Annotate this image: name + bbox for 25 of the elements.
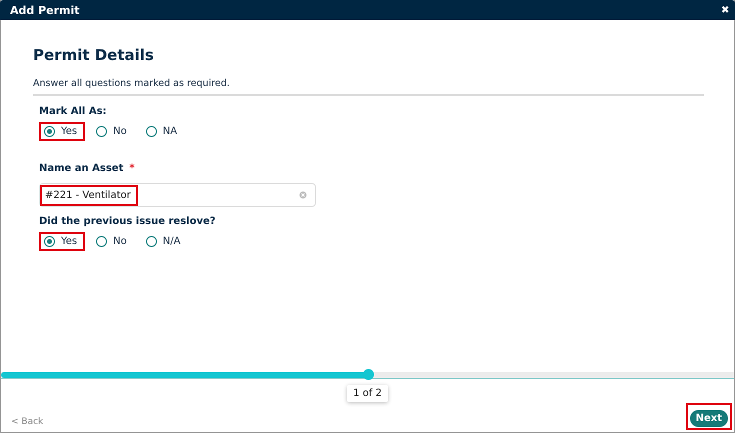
radio-option[interactable]: No — [91, 232, 135, 251]
required-mark: * — [129, 163, 135, 174]
next-button[interactable]: Next — [690, 410, 728, 427]
radio-icon[interactable] — [96, 126, 108, 137]
radio-option[interactable]: NA — [140, 122, 186, 141]
radio-option[interactable]: Yes — [39, 232, 86, 251]
section-heading: Permit Details — [33, 46, 155, 64]
back-link[interactable]: < Back — [11, 417, 44, 427]
progress-label: 1 of 2 — [347, 385, 388, 402]
radio-icon[interactable] — [44, 126, 55, 137]
radio-icon[interactable] — [44, 236, 55, 247]
instructions-text: Answer all questions marked as required. — [33, 78, 230, 89]
radio-option[interactable]: N/A — [140, 232, 188, 251]
asset-field[interactable]: #221 - Ventilator — [39, 183, 316, 207]
radio-icon[interactable] — [96, 236, 108, 247]
radio-icon[interactable] — [146, 236, 157, 247]
progress-thumb — [362, 369, 374, 380]
close-button[interactable]: ✖ — [721, 4, 729, 16]
radio-option[interactable]: Yes — [39, 122, 86, 141]
question-label: Mark All As: — [39, 106, 107, 117]
radio-icon[interactable] — [146, 126, 157, 137]
window-title: Add Permit — [10, 4, 80, 16]
question-label: Name an Asset — [39, 163, 124, 174]
radio-option[interactable]: No — [91, 122, 135, 141]
question-label: Did the previous issue reslove? — [39, 216, 216, 227]
